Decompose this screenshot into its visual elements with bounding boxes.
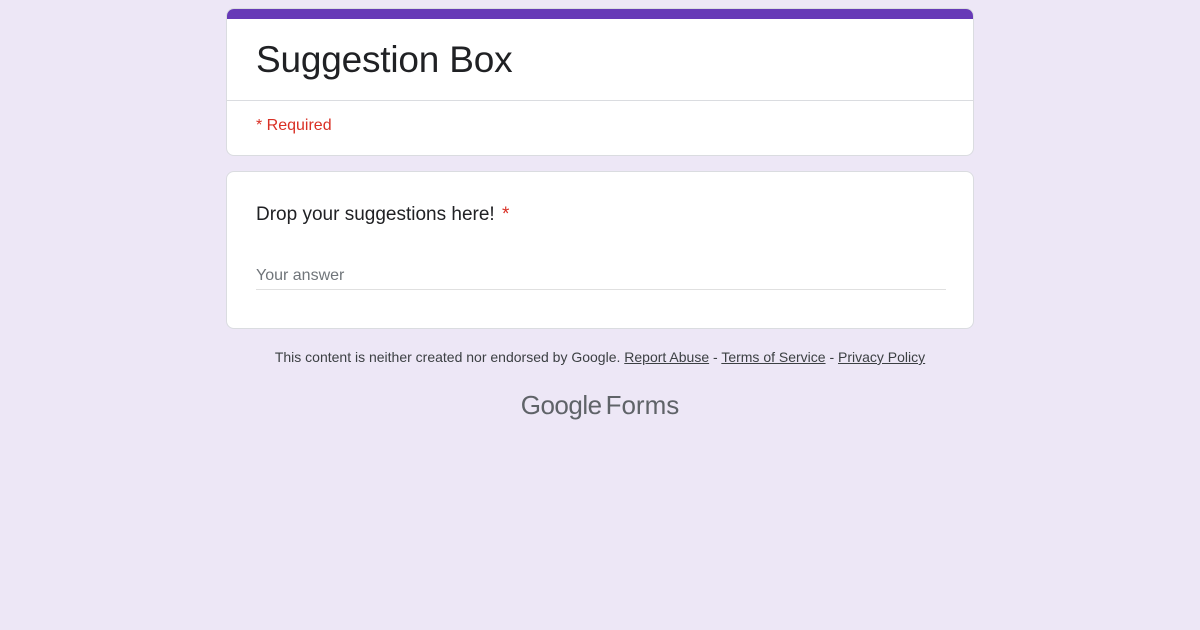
- required-asterisk: *: [501, 204, 510, 225]
- question-title-text: Drop your suggestions here!: [256, 204, 495, 225]
- disclaimer-text: This content is neither created nor endo…: [274, 349, 621, 365]
- answer-input[interactable]: [256, 262, 946, 290]
- footer-separator: -: [829, 349, 835, 365]
- form-title: Suggestion Box: [256, 39, 513, 80]
- google-logo-text: Google: [520, 390, 602, 420]
- footer-separator: -: [713, 349, 718, 365]
- form-header-card: Suggestion Box * Required: [226, 8, 974, 156]
- terms-of-service-link[interactable]: Terms of Service: [721, 349, 825, 365]
- google-forms-logo[interactable]: Google Forms: [0, 390, 1200, 421]
- required-note: * Required: [256, 117, 332, 134]
- report-abuse-link[interactable]: Report Abuse: [624, 349, 709, 365]
- form-container: Suggestion Box * Required Drop your sugg…: [226, 8, 974, 329]
- form-accent-bar: [227, 9, 973, 19]
- forms-logo-text: Forms: [605, 390, 680, 420]
- footer-disclaimer: This content is neither created nor endo…: [0, 349, 1200, 365]
- question-card: Drop your suggestions here! *: [226, 171, 974, 329]
- header-divider: [227, 100, 973, 101]
- question-title: Drop your suggestions here! *: [256, 204, 509, 226]
- privacy-policy-link[interactable]: Privacy Policy: [838, 349, 925, 365]
